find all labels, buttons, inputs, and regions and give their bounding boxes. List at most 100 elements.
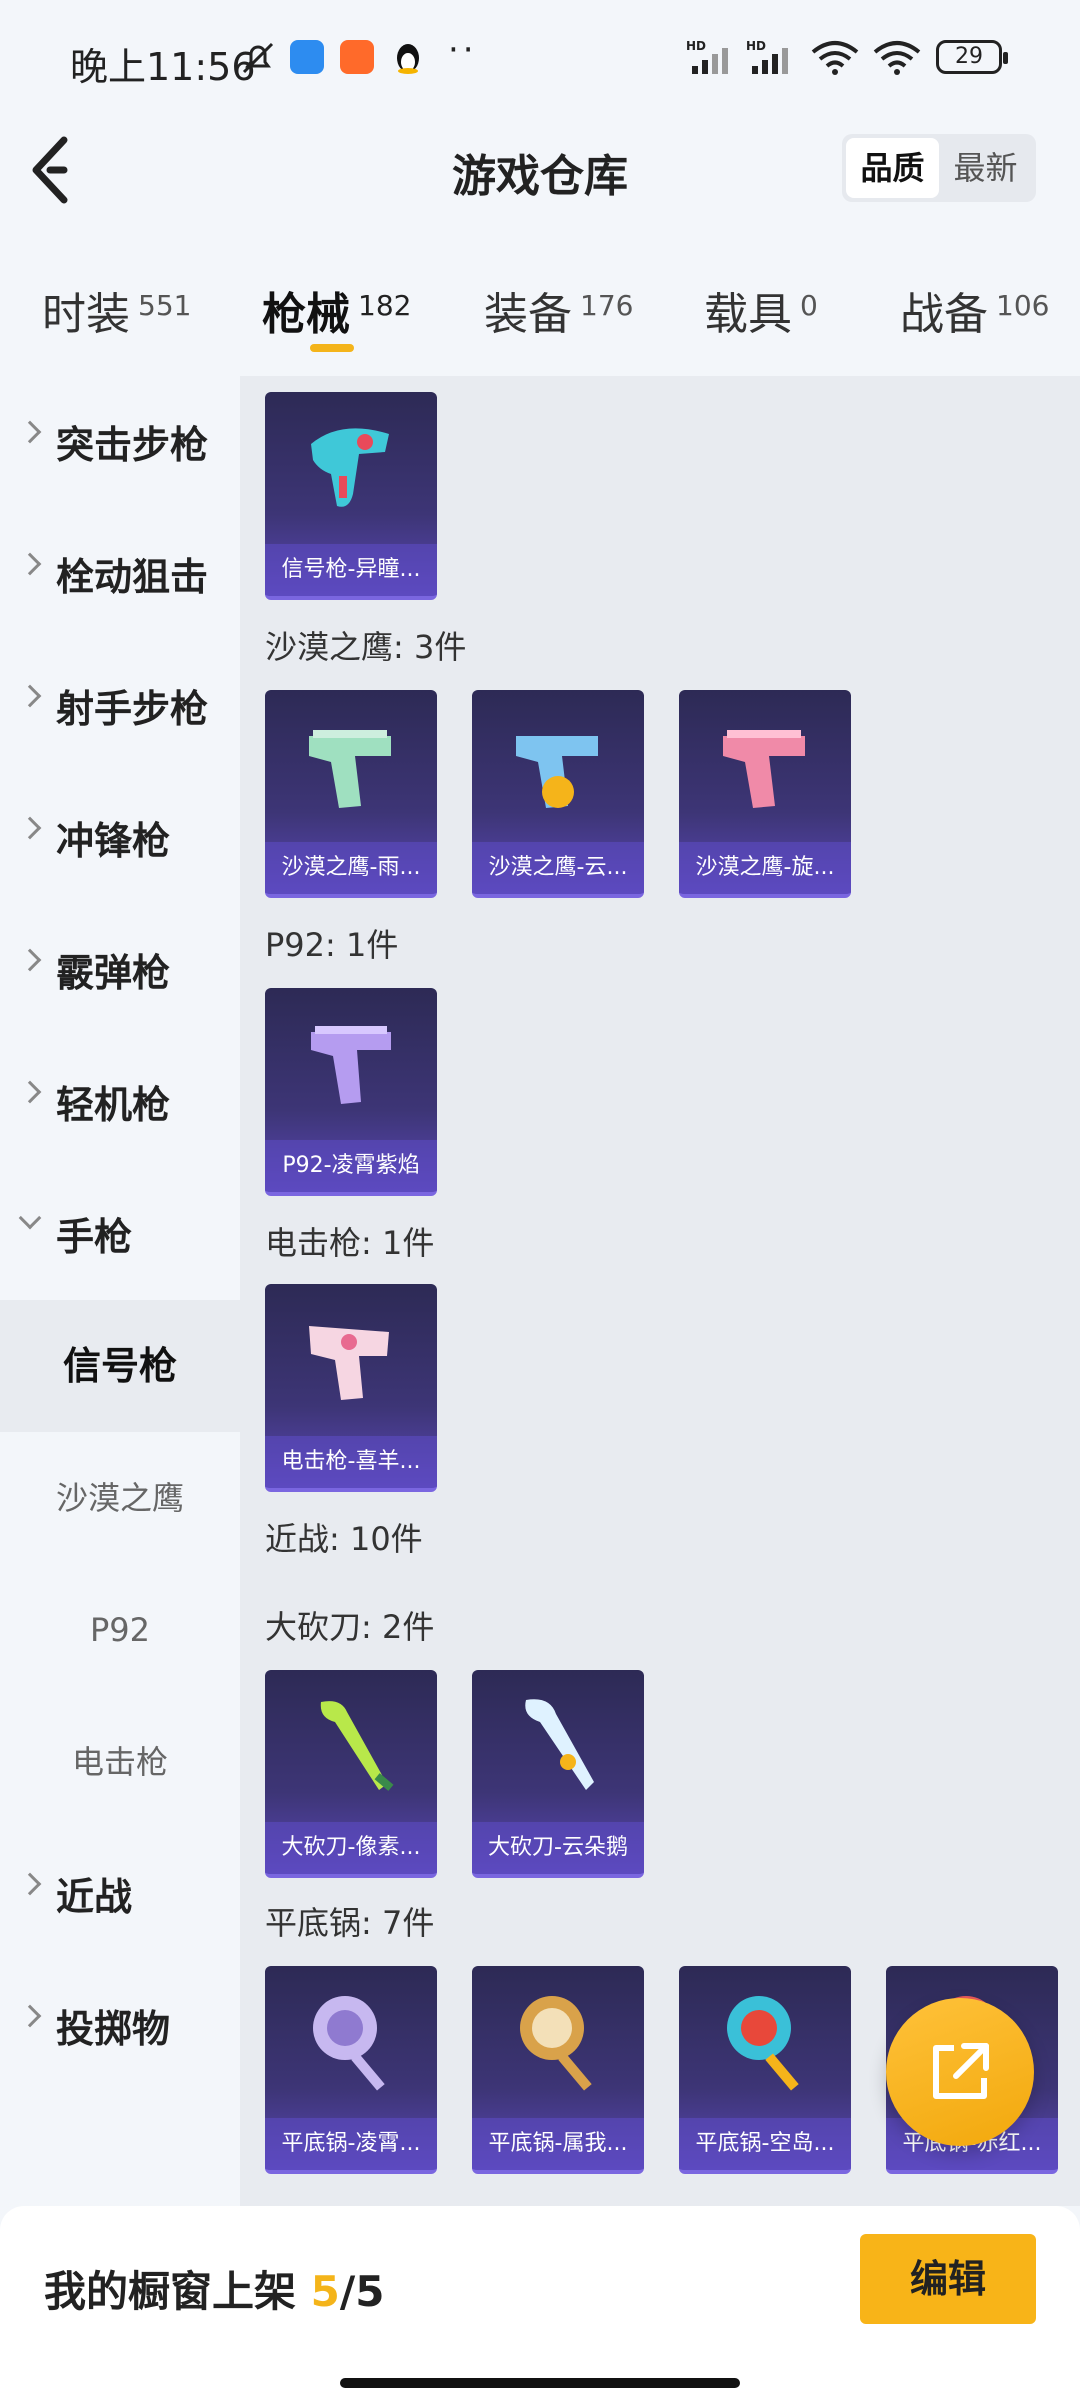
item-card[interactable]: 信号枪-异瞳... (265, 392, 437, 600)
sidebar-item-label: 栓动狙击 (56, 555, 209, 599)
sidebar-item-label: 轻机枪 (56, 1083, 171, 1127)
showcase-label: 我的橱窗上架 (44, 2267, 297, 2316)
tab-vehicles[interactable]: 载具 0 (704, 278, 818, 342)
sidebar-item-label: 霰弹枪 (56, 951, 171, 995)
item-card[interactable]: 平底锅-空岛... (679, 1966, 851, 2174)
chevron-right-icon (18, 2004, 42, 2028)
tab-label: 战备 (900, 289, 988, 340)
tab-weapons[interactable]: 枪械 182 (262, 278, 411, 342)
stun-gun-icon (309, 1326, 389, 1400)
frying-pan-icon (520, 1996, 592, 2091)
item-name: 大砍刀-云朵鹅 (472, 1822, 644, 1874)
sidebar-item-pistol[interactable]: 手枪 (0, 1168, 240, 1300)
edit-button[interactable]: 编辑 (860, 2234, 1036, 2324)
machete-icon (320, 1701, 394, 1791)
item-card[interactable]: 沙漠之鹰-云... (472, 690, 644, 898)
chevron-right-icon (18, 816, 42, 840)
tab-count: 182 (358, 289, 412, 322)
category-tabs: 时装 551 枪械 182 装备 176 载具 0 战备 106 (0, 260, 1080, 360)
item-card[interactable]: 大砍刀-像素... (265, 1670, 437, 1878)
item-grid: 信号枪-异瞳... 沙漠之鹰: 3件 沙漠之鹰-雨... 沙漠之鹰-云... 沙… (240, 376, 1080, 2206)
sidebar-sub-stun-gun[interactable]: 电击枪 (0, 1696, 240, 1828)
flare-gun-icon (311, 428, 389, 507)
qq-penguin-icon (397, 44, 419, 74)
sidebar-item-label: 射手步枪 (56, 687, 209, 731)
signal-hd1-icon: HD (686, 39, 728, 74)
chevron-right-icon (18, 684, 42, 708)
item-card[interactable]: 沙漠之鹰-雨... (265, 690, 437, 898)
more-notifications-icon: ·· (448, 30, 478, 70)
wifi2-icon (873, 41, 921, 75)
header: 游戏仓库 品质 最新 (0, 120, 1080, 220)
item-name: P92-凌霄紫焰 (265, 1140, 437, 1192)
sidebar-item-melee[interactable]: 近战 (0, 1828, 240, 1960)
sidebar-item-smg[interactable]: 冲锋枪 (0, 772, 240, 904)
bell-muted-icon (242, 42, 274, 74)
sidebar-item-label: 投掷物 (56, 2007, 171, 2051)
tab-costume[interactable]: 时装 551 (42, 278, 191, 342)
showcase-total-count: /5 (339, 2267, 385, 2316)
tab-count: 106 (996, 289, 1050, 322)
tab-label: 时装 (42, 289, 130, 340)
sidebar-sub-flare-gun[interactable]: 信号枪 (0, 1300, 240, 1432)
svg-text:HD: HD (746, 39, 766, 53)
item-card[interactable]: P92-凌霄紫焰 (265, 988, 437, 1196)
shop-notification-icon (340, 40, 374, 74)
item-name: 大砍刀-像素... (265, 1822, 437, 1874)
item-card[interactable]: 平底锅-属我... (472, 1966, 644, 2174)
group-header: 大砍刀: 2件 (265, 1608, 435, 1646)
sidebar-item-throwables[interactable]: 投掷物 (0, 1960, 240, 2092)
tab-count: 0 (800, 289, 818, 322)
sidebar-sub-desert-eagle[interactable]: 沙漠之鹰 (0, 1432, 240, 1564)
item-name: 沙漠之鹰-旋... (679, 842, 851, 894)
tab-equipment[interactable]: 装备 176 (484, 278, 633, 342)
share-fab[interactable] (886, 1998, 1034, 2146)
frying-pan-icon (727, 1996, 799, 2091)
sidebar-item-assault-rifle[interactable]: 突击步枪 (0, 376, 240, 508)
machete-icon (525, 1699, 594, 1790)
group-header: 电击枪: 1件 (265, 1224, 435, 1262)
desert-eagle-icon (309, 730, 391, 808)
home-indicator[interactable] (340, 2378, 740, 2388)
sidebar-item-label: 手枪 (56, 1215, 133, 1259)
sort-newest-button[interactable]: 最新 (939, 138, 1032, 198)
tab-supplies[interactable]: 战备 106 (900, 278, 1049, 342)
sidebar-sub-p92[interactable]: P92 (0, 1564, 240, 1696)
item-name: 平底锅-凌霄... (265, 2118, 437, 2170)
sidebar-item-shotgun[interactable]: 霰弹枪 (0, 904, 240, 1036)
tab-label: 枪械 (262, 289, 350, 340)
chevron-right-icon (18, 552, 42, 576)
item-card[interactable]: 沙漠之鹰-旋... (679, 690, 851, 898)
status-bar: 晚上11:56 ·· HD HD 29 (0, 0, 1080, 120)
battery-indicator: 29 (936, 40, 1008, 74)
item-name: 信号枪-异瞳... (265, 544, 437, 596)
item-name: 沙漠之鹰-云... (472, 842, 644, 894)
clock: 晚上11:56 (70, 45, 256, 89)
item-card[interactable]: 大砍刀-云朵鹅 (472, 1670, 644, 1878)
sidebar-item-marksman-rifle[interactable]: 射手步枪 (0, 640, 240, 772)
sidebar-item-label: 近战 (56, 1875, 133, 1919)
group-header: 近战: 10件 (265, 1520, 423, 1558)
tab-label: 载具 (704, 289, 792, 340)
item-name: 沙漠之鹰-雨... (265, 842, 437, 894)
app-notification-icon (290, 40, 324, 74)
chevron-right-icon (18, 1080, 42, 1104)
sort-toggle: 品质 最新 (842, 134, 1036, 202)
item-name: 电击枪-喜羊... (265, 1436, 437, 1488)
desert-eagle-icon (723, 730, 805, 808)
tab-count: 176 (580, 289, 634, 322)
frying-pan-icon (313, 1996, 385, 2091)
sidebar-item-lmg[interactable]: 轻机枪 (0, 1036, 240, 1168)
svg-text:HD: HD (686, 39, 706, 53)
item-card[interactable]: 平底锅-凌霄... (265, 1966, 437, 2174)
showcase-current-count: 5 (310, 2267, 340, 2316)
sidebar-item-bolt-sniper[interactable]: 栓动狙击 (0, 508, 240, 640)
share-external-icon (933, 2043, 989, 2099)
chevron-right-icon (18, 948, 42, 972)
item-card[interactable]: 电击枪-喜羊... (265, 1284, 437, 1492)
signal-hd2-icon: HD (746, 39, 788, 74)
active-tab-indicator (310, 344, 354, 352)
item-name: 平底锅-属我... (472, 2118, 644, 2170)
sort-quality-button[interactable]: 品质 (846, 138, 939, 198)
group-header: P92: 1件 (265, 926, 399, 964)
